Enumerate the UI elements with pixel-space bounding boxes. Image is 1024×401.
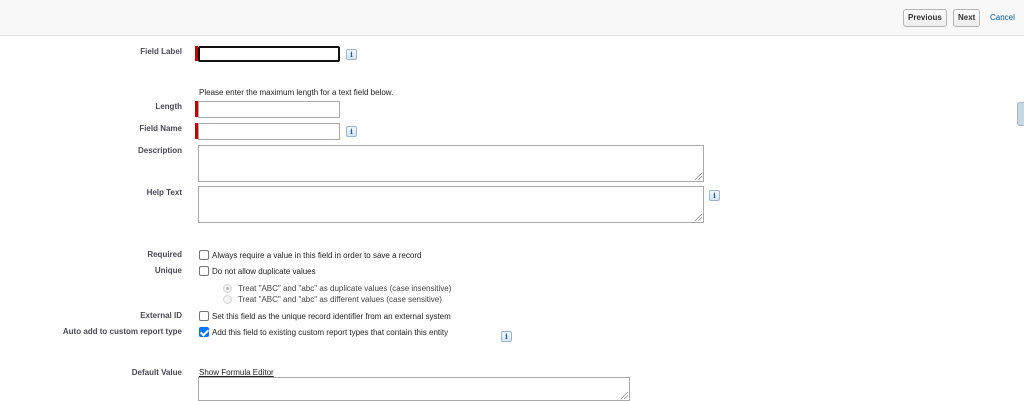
unique-label: Unique [154, 266, 182, 275]
external-id-label: External ID [140, 311, 182, 320]
case-insensitive-radio[interactable] [223, 284, 232, 293]
length-label: Length [155, 102, 182, 111]
auto-add-checkbox[interactable] [199, 327, 209, 337]
field-label-input[interactable] [198, 46, 340, 62]
info-icon[interactable]: i [709, 190, 720, 201]
side-panel-tab[interactable] [1017, 102, 1024, 126]
case-sensitive-radio[interactable] [223, 295, 232, 304]
cancel-link[interactable]: Cancel [990, 13, 1015, 22]
info-icon[interactable]: i [501, 331, 512, 342]
unique-option-text: Do not allow duplicate values [212, 267, 316, 276]
external-id-checkbox[interactable] [199, 311, 209, 321]
previous-button[interactable]: Previous [903, 9, 947, 27]
external-id-option-text: Set this field as the unique record iden… [212, 312, 451, 321]
wizard-toolbar: Previous Next Cancel [0, 0, 1024, 36]
required-checkbox[interactable] [199, 250, 209, 260]
help-text-textarea[interactable] [198, 186, 704, 223]
info-icon[interactable]: i [346, 49, 357, 60]
default-value-label: Default Value [131, 368, 182, 377]
next-button[interactable]: Next [953, 9, 981, 27]
required-label: Required [147, 250, 182, 259]
description-textarea[interactable] [198, 145, 704, 182]
resize-grip-icon[interactable] [695, 214, 702, 221]
case-sensitive-text: Treat "ABC" and "abc" as different value… [238, 295, 442, 304]
help-text-label: Help Text [146, 188, 182, 197]
field-name-label: Field Name [139, 124, 182, 133]
description-label: Description [137, 146, 182, 155]
unique-checkbox[interactable] [199, 266, 209, 276]
required-option-text: Always require a value in this field in … [212, 251, 422, 260]
length-hint: Please enter the maximum length for a te… [199, 88, 394, 97]
field-label-label: Field Label [140, 47, 182, 56]
auto-add-label: Auto add to custom report type [62, 327, 182, 336]
resize-grip-icon[interactable] [695, 173, 702, 180]
case-insensitive-text: Treat "ABC" and "abc" as duplicate value… [238, 284, 452, 293]
default-value-textarea[interactable] [198, 377, 630, 401]
auto-add-option-text: Add this field to existing custom report… [212, 328, 449, 337]
info-icon[interactable]: i [346, 126, 357, 137]
resize-grip-icon[interactable] [621, 392, 628, 399]
show-formula-editor-link[interactable]: Show Formula Editor [199, 368, 274, 377]
field-name-input[interactable] [198, 123, 340, 140]
length-input[interactable] [198, 101, 340, 118]
